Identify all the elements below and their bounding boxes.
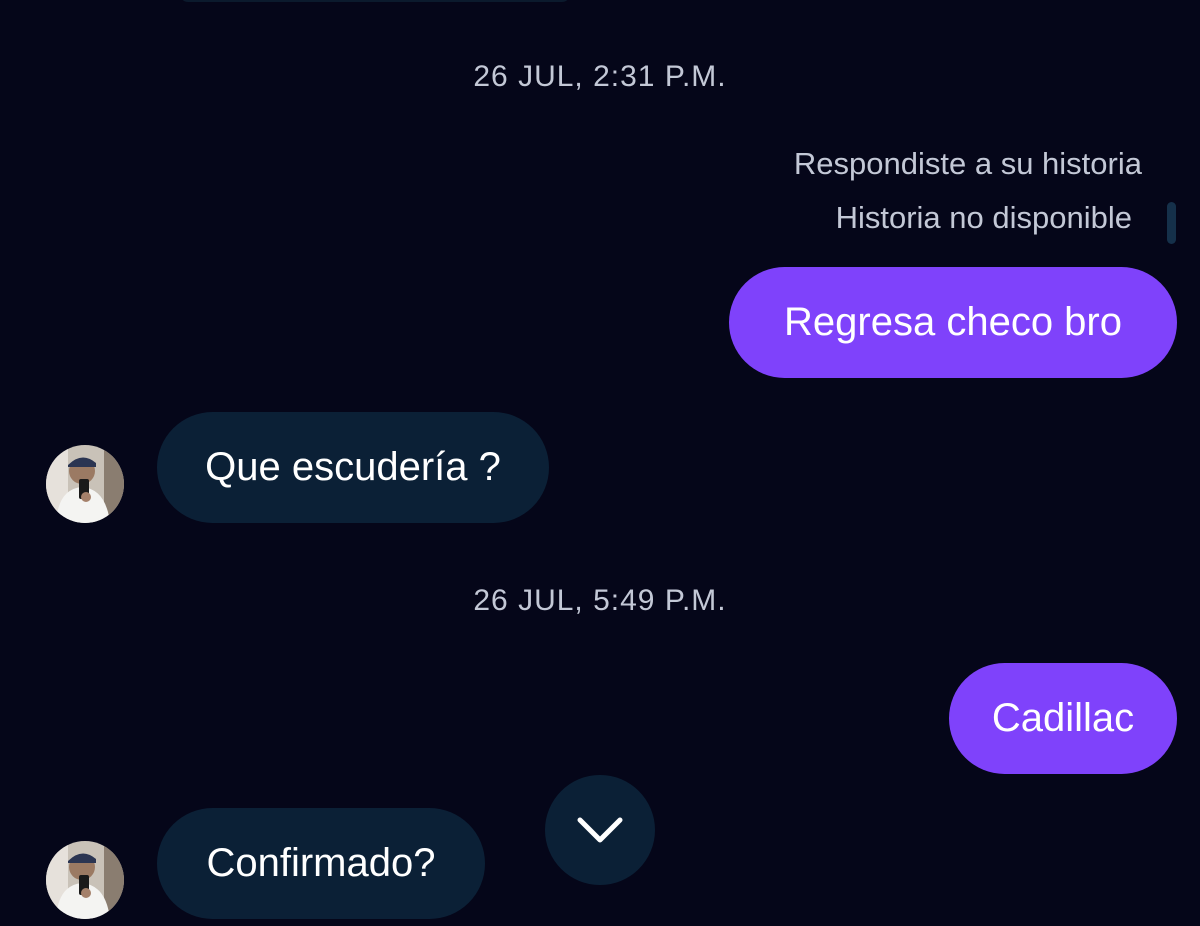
message-text: Regresa checo bro [784, 300, 1122, 344]
avatar-image [46, 445, 124, 523]
message-text: Confirmado? [206, 841, 436, 885]
contact-avatar[interactable] [46, 445, 124, 523]
scroll-to-bottom-button[interactable] [545, 775, 655, 885]
incoming-message-1[interactable]: Que escudería ? [157, 412, 549, 523]
story-unavailable-label[interactable]: Historia no disponible [836, 200, 1132, 236]
avatar-image [46, 841, 124, 919]
story-reply-label: Respondiste a su historia [793, 146, 1142, 181]
previous-message-bubble [180, 0, 570, 2]
chevron-down-icon [577, 817, 623, 843]
outgoing-message-1[interactable]: Regresa checo bro [729, 267, 1177, 378]
outgoing-message-2[interactable]: Cadillac [949, 663, 1177, 774]
timestamp-1: 26 JUL, 2:31 P.M. [473, 60, 727, 93]
contact-avatar[interactable] [46, 841, 124, 919]
story-reply-bar [1167, 202, 1176, 244]
timestamp-2: 26 JUL, 5:49 P.M. [473, 584, 727, 617]
message-text: Cadillac [991, 696, 1135, 740]
message-text: Que escudería ? [205, 445, 501, 489]
incoming-message-2[interactable]: Confirmado? [157, 808, 485, 919]
